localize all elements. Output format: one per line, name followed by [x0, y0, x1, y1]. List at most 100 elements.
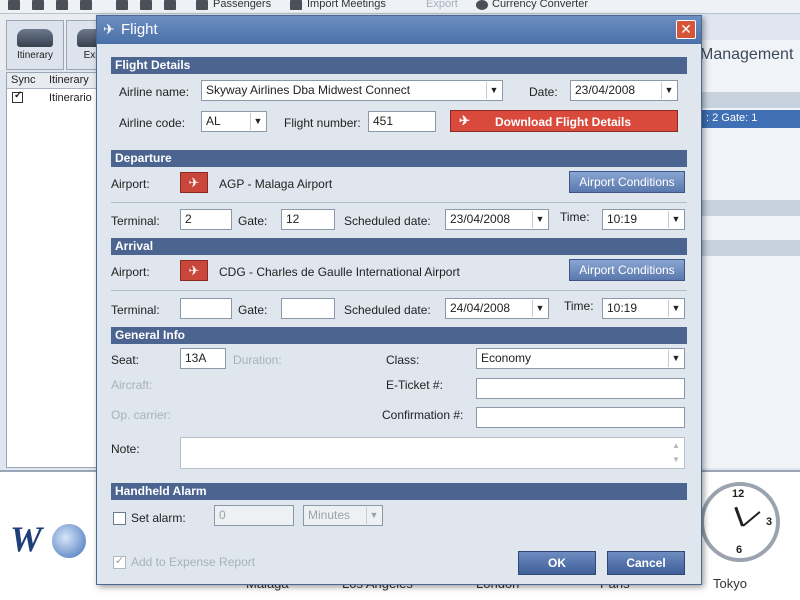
set-alarm-checkbox[interactable]: [113, 512, 126, 525]
arrival-airport-conditions-button[interactable]: Airport Conditions: [569, 259, 685, 281]
chevron-down-icon[interactable]: ▼: [661, 82, 676, 99]
alarm-unit-select[interactable]: Minutes ▼: [303, 505, 383, 526]
add-to-expense-label: Add to Expense Report: [131, 555, 256, 569]
note-label: Note:: [111, 442, 140, 456]
selected-row[interactable]: : 2 Gate: 1: [700, 110, 800, 128]
date-picker[interactable]: 23/04/2008 ▼: [570, 80, 678, 101]
cut-icon[interactable]: [80, 0, 92, 10]
chevron-down-icon[interactable]: ▼: [250, 113, 265, 130]
close-button[interactable]: ✕: [676, 20, 696, 39]
globe-icon: [52, 524, 86, 558]
airplane-icon: ✈: [459, 113, 470, 128]
departure-airport-button[interactable]: ✈: [180, 172, 208, 193]
grid-stripe: [700, 92, 800, 108]
clock-minute-hand: [742, 511, 761, 527]
arrival-gate-input[interactable]: [281, 298, 335, 319]
cancel-button[interactable]: Cancel: [607, 551, 685, 575]
clock-twelve: 12: [732, 488, 745, 500]
class-value: Economy: [481, 351, 532, 365]
ok-button[interactable]: OK: [518, 551, 596, 575]
col-itinerary[interactable]: Itinerary: [49, 74, 89, 86]
col-sync[interactable]: Sync: [11, 74, 35, 86]
seat-input[interactable]: 13A: [180, 348, 226, 369]
duration-label: Duration:: [233, 353, 282, 367]
departure-airport-value: AGP - Malaga Airport: [219, 177, 333, 191]
sync-checkbox[interactable]: [12, 90, 23, 103]
section-arrival: Arrival: [111, 238, 687, 255]
download-flight-details-button[interactable]: ✈ Download Flight Details: [450, 110, 678, 132]
car-icon: [17, 29, 53, 47]
departure-airport-label: Airport:: [111, 177, 150, 191]
divider: [111, 202, 687, 203]
currency-converter-button[interactable]: Currency Converter: [492, 0, 588, 12]
op-carrier-label: Op. carrier:: [111, 408, 172, 422]
section-departure: Departure: [111, 150, 687, 167]
departure-terminal-input[interactable]: 2: [180, 209, 232, 230]
import-meetings-button[interactable]: Import Meetings: [307, 0, 386, 12]
arrival-time-label: Time:: [564, 299, 594, 313]
list-item[interactable]: Itinerario: [7, 89, 97, 107]
departure-time-value: 10:19: [607, 212, 638, 226]
new-icon[interactable]: [8, 0, 20, 10]
dialog-titlebar[interactable]: ✈ Flight ✕: [97, 16, 701, 44]
flight-number-input[interactable]: 451: [368, 111, 436, 132]
add-to-expense-checkbox[interactable]: [113, 554, 126, 569]
print-icon[interactable]: [164, 0, 176, 10]
itinerary-list: Sync Itinerary Itinerario: [6, 72, 98, 468]
section-flight-details: Flight Details: [111, 57, 687, 74]
section-handheld-alarm: Handheld Alarm: [111, 483, 687, 500]
arrival-time-picker[interactable]: 10:19 ▼: [602, 298, 685, 319]
list-item-label: Itinerario: [49, 92, 92, 104]
airline-code-select[interactable]: AL ▼: [201, 111, 267, 132]
class-select[interactable]: Economy ▼: [476, 348, 685, 369]
date-label: Date:: [529, 85, 558, 99]
dialog-title: Flight: [121, 21, 158, 38]
arrival-airport-value: CDG - Charles de Gaulle International Ai…: [219, 265, 460, 279]
section-general-info: General Info: [111, 327, 687, 344]
chevron-down-icon[interactable]: ▼: [486, 82, 501, 99]
airplane-icon: ✈: [188, 263, 200, 278]
departure-scheduled-date-value: 23/04/2008: [450, 212, 511, 226]
departure-gate-input[interactable]: 12: [281, 209, 335, 230]
passengers-button[interactable]: Passengers: [213, 0, 271, 12]
chevron-down-icon[interactable]: ▼: [668, 211, 683, 228]
open-icon[interactable]: [32, 0, 44, 10]
alarm-unit-value: Minutes: [308, 508, 351, 522]
main-toolbar: Passengers Import Meetings Export Curren…: [0, 0, 800, 14]
download-flight-details-label: Download Flight Details: [495, 115, 632, 129]
eticket-input[interactable]: [476, 378, 685, 399]
departure-scheduled-date-picker[interactable]: 23/04/2008 ▼: [445, 209, 549, 230]
view-tabs: Itinerary Expe: [0, 14, 124, 70]
app-logo: W: [10, 519, 43, 559]
arrival-airport-button[interactable]: ✈: [180, 260, 208, 281]
chevron-down-icon[interactable]: ▼: [532, 300, 547, 317]
chevron-down-icon[interactable]: ▼: [366, 507, 381, 524]
document-icon[interactable]: [116, 0, 128, 10]
departure-airport-conditions-button[interactable]: Airport Conditions: [569, 171, 685, 193]
eticket-label: E-Ticket #:: [386, 378, 443, 392]
chevron-down-icon[interactable]: ▼: [532, 211, 547, 228]
departure-time-picker[interactable]: 10:19 ▼: [602, 209, 685, 230]
list-header: Sync Itinerary: [7, 73, 97, 89]
chevron-down-icon[interactable]: ▼: [668, 350, 683, 367]
currency-icon[interactable]: [476, 0, 488, 10]
arrival-scheduled-date-picker[interactable]: 24/04/2008 ▼: [445, 298, 549, 319]
folder-icon[interactable]: [140, 0, 152, 10]
airline-name-select[interactable]: Skyway Airlines Dba Midwest Connect ▼: [201, 80, 503, 101]
save-icon[interactable]: [56, 0, 68, 10]
arrival-gate-label: Gate:: [238, 303, 268, 317]
passengers-icon[interactable]: [196, 0, 208, 10]
confirmation-input[interactable]: [476, 407, 685, 428]
set-alarm-label: Set alarm:: [131, 511, 186, 525]
note-textarea[interactable]: [180, 437, 685, 469]
chevron-down-icon[interactable]: ▼: [668, 300, 683, 317]
arrival-terminal-input[interactable]: [180, 298, 232, 319]
alarm-amount-input[interactable]: 0: [214, 505, 294, 526]
airplane-icon: ✈: [188, 175, 200, 190]
import-icon[interactable]: [290, 0, 302, 10]
confirmation-label: Confirmation #:: [382, 408, 464, 422]
city-label: Tokyo: [713, 576, 747, 591]
note-scrollbar[interactable]: ▲ ▼: [669, 439, 683, 467]
export-button[interactable]: Export: [426, 0, 458, 12]
tab-itinerary[interactable]: Itinerary: [6, 20, 64, 70]
